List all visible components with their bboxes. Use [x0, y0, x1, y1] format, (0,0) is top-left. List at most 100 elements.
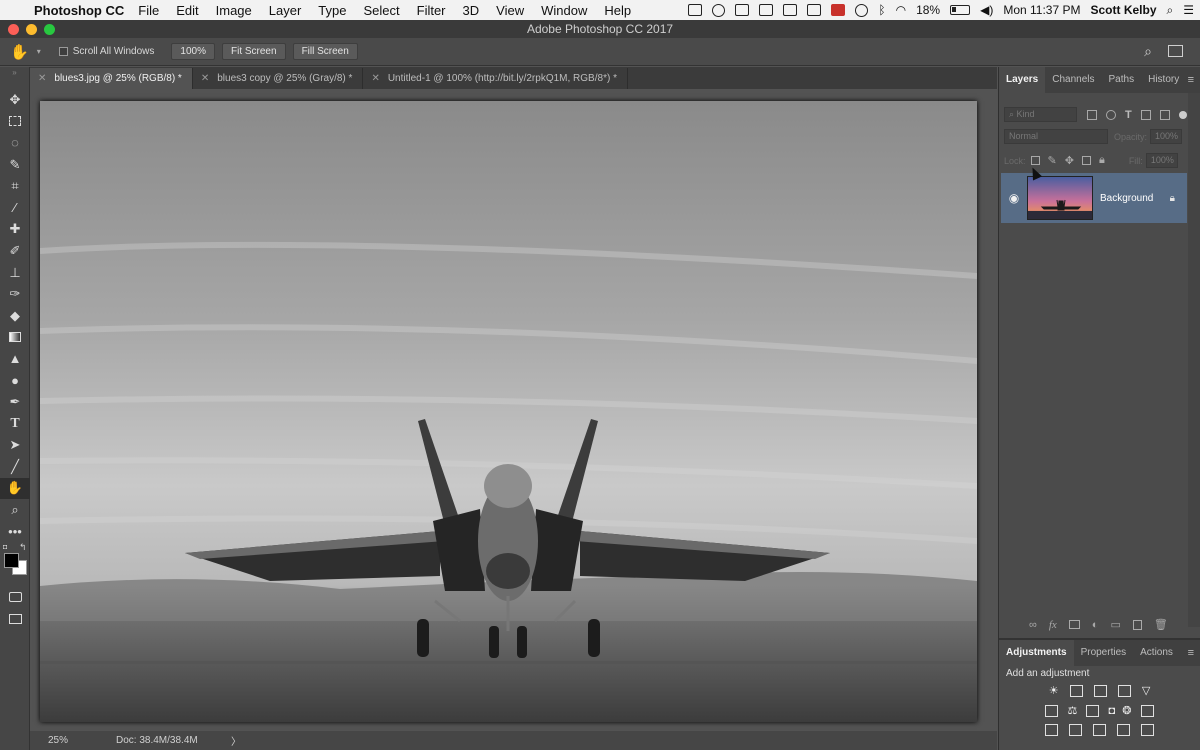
- notification-center-icon[interactable]: ☰: [1183, 3, 1194, 17]
- hand-tool-icon[interactable]: ✋: [0, 477, 30, 500]
- blocked-icon[interactable]: [831, 4, 846, 16]
- type-tool-icon[interactable]: T: [0, 413, 30, 435]
- tab-untitled-1[interactable]: ✕ Untitled-1 @ 100% (http://bit.ly/2rpkQ…: [363, 68, 628, 89]
- blend-mode-select[interactable]: Normal: [1004, 129, 1108, 144]
- camera-icon[interactable]: [688, 4, 703, 16]
- pixel-filter-icon[interactable]: [1087, 109, 1097, 120]
- fill-screen-button[interactable]: Fill Screen: [292, 43, 358, 60]
- line-tool-icon[interactable]: ╱: [0, 456, 30, 478]
- layer-lock-icon[interactable]: 🔒︎: [1170, 193, 1175, 204]
- evernote-icon[interactable]: [735, 4, 750, 16]
- document-canvas-image[interactable]: [40, 101, 977, 722]
- zoom-level[interactable]: 25%: [48, 735, 108, 746]
- smart-object-filter-icon[interactable]: [1159, 109, 1170, 120]
- gradient-tool-icon[interactable]: [0, 327, 30, 349]
- healing-tool-icon[interactable]: ✚: [0, 219, 30, 241]
- close-window-button[interactable]: [8, 24, 19, 35]
- trash-icon[interactable]: 🗑︎: [1154, 618, 1168, 631]
- eraser-tool-icon[interactable]: ◆: [0, 305, 30, 327]
- search-icon[interactable]: ⌕: [1144, 43, 1152, 60]
- color-balance-icon[interactable]: ⚖: [1068, 705, 1078, 717]
- adjustment-icon[interactable]: ◐: [1092, 619, 1099, 631]
- quick-mask-icon[interactable]: [0, 586, 30, 608]
- phone-icon[interactable]: [759, 4, 774, 16]
- tab-adjustments[interactable]: Adjustments: [999, 640, 1074, 666]
- brightness-icon[interactable]: ☀: [1049, 685, 1059, 697]
- minimize-window-button[interactable]: [26, 24, 37, 35]
- photo-filter-icon[interactable]: ◘: [1109, 705, 1116, 717]
- hand-tool-preset-icon[interactable]: ✋: [10, 43, 29, 61]
- menu-window[interactable]: Window: [541, 3, 587, 18]
- time-machine-icon[interactable]: [855, 3, 869, 17]
- spotlight-icon[interactable]: ⌕: [1167, 3, 1174, 18]
- curves-icon[interactable]: [1093, 685, 1107, 698]
- layer-name[interactable]: Background: [1100, 193, 1153, 204]
- lock-image-icon[interactable]: ✎: [1048, 154, 1057, 167]
- levels-icon[interactable]: [1069, 685, 1083, 698]
- menu-select[interactable]: Select: [363, 3, 399, 18]
- close-tab-icon[interactable]: ✕: [371, 73, 379, 84]
- lasso-tool-icon[interactable]: ◌: [0, 132, 30, 154]
- close-tab-icon[interactable]: ✕: [201, 73, 209, 84]
- channel-mixer-icon[interactable]: ❂: [1122, 705, 1131, 717]
- tab-actions[interactable]: Actions: [1133, 640, 1180, 666]
- menu-filter[interactable]: Filter: [417, 3, 446, 18]
- wifi-icon[interactable]: ◠: [896, 3, 906, 17]
- eye-icon[interactable]: ◉: [1001, 191, 1027, 205]
- shape-filter-icon[interactable]: [1140, 109, 1151, 120]
- tab-history[interactable]: History: [1141, 67, 1186, 93]
- tab-layers[interactable]: Layers: [999, 67, 1046, 93]
- filter-toggle-icon[interactable]: [1178, 110, 1187, 119]
- fx-icon[interactable]: fx: [1049, 619, 1057, 631]
- zoom-tool-icon[interactable]: ⌕: [0, 499, 30, 521]
- kind-filter-select[interactable]: ⌕ Kind: [1004, 107, 1077, 122]
- menu-type[interactable]: Type: [318, 3, 346, 18]
- zoom-window-button[interactable]: [44, 24, 55, 35]
- user-name[interactable]: Scott Kelby: [1090, 3, 1156, 17]
- battery-icon[interactable]: [950, 5, 971, 15]
- tab-paths[interactable]: Paths: [1102, 67, 1142, 93]
- history-brush-tool-icon[interactable]: ✑: [0, 283, 30, 305]
- path-select-tool-icon[interactable]: ➤: [0, 435, 30, 457]
- hue-saturation-icon[interactable]: [1045, 705, 1059, 718]
- fill-field[interactable]: 100%: [1145, 153, 1178, 168]
- zoom-100-button[interactable]: 100%: [171, 43, 215, 60]
- tab-channels[interactable]: Channels: [1045, 67, 1101, 93]
- lock-artboard-icon[interactable]: [1081, 156, 1091, 165]
- eyedropper-tool-icon[interactable]: ⁄: [0, 197, 30, 219]
- panel-menu-icon[interactable]: ≡: [1188, 74, 1194, 86]
- exposure-icon[interactable]: [1117, 685, 1131, 698]
- menu-help[interactable]: Help: [604, 3, 631, 18]
- threshold-icon[interactable]: [1093, 724, 1106, 737]
- black-white-icon[interactable]: [1086, 705, 1100, 718]
- brush-tool-icon[interactable]: ✐: [0, 240, 30, 262]
- layer-row-background[interactable]: ◉ Background 🔒︎: [1001, 173, 1187, 223]
- more-tools-icon[interactable]: •••: [0, 521, 30, 543]
- layers-scrollbar[interactable]: [1188, 93, 1200, 627]
- workspace-icon[interactable]: [1168, 45, 1183, 57]
- volume-icon[interactable]: ◀): [980, 3, 993, 17]
- move-tool-icon[interactable]: ✥: [0, 89, 30, 111]
- screen-mode-icon[interactable]: [0, 608, 30, 630]
- blur-tool-icon[interactable]: ▲: [0, 348, 30, 370]
- type-filter-icon[interactable]: T: [1125, 109, 1132, 121]
- menu-image[interactable]: Image: [216, 3, 252, 18]
- marquee-tool-icon[interactable]: [0, 111, 30, 133]
- stamp-tool-icon[interactable]: ⊥: [0, 262, 30, 284]
- vibrance-icon[interactable]: ▽: [1142, 685, 1150, 697]
- lock-all-icon[interactable]: 🔒︎: [1099, 154, 1105, 167]
- status-menu-arrow[interactable]: 〉: [231, 733, 241, 748]
- lock-position-icon[interactable]: ✥: [1065, 154, 1074, 167]
- dodge-tool-icon[interactable]: ●: [0, 370, 30, 392]
- selective-color-icon[interactable]: [1141, 724, 1155, 737]
- dropbox-icon[interactable]: [783, 4, 798, 16]
- menu-view[interactable]: View: [496, 3, 524, 18]
- info-icon[interactable]: [712, 3, 726, 17]
- new-layer-icon[interactable]: [1132, 619, 1142, 630]
- clock[interactable]: Mon 11:37 PM: [1003, 3, 1080, 17]
- gradient-map-icon[interactable]: [1117, 724, 1131, 737]
- menu-edit[interactable]: Edit: [176, 3, 198, 18]
- posterize-icon[interactable]: [1068, 724, 1082, 737]
- foreground-color-swatch[interactable]: [4, 553, 19, 569]
- adjustments-menu-icon[interactable]: ≡: [1188, 647, 1194, 659]
